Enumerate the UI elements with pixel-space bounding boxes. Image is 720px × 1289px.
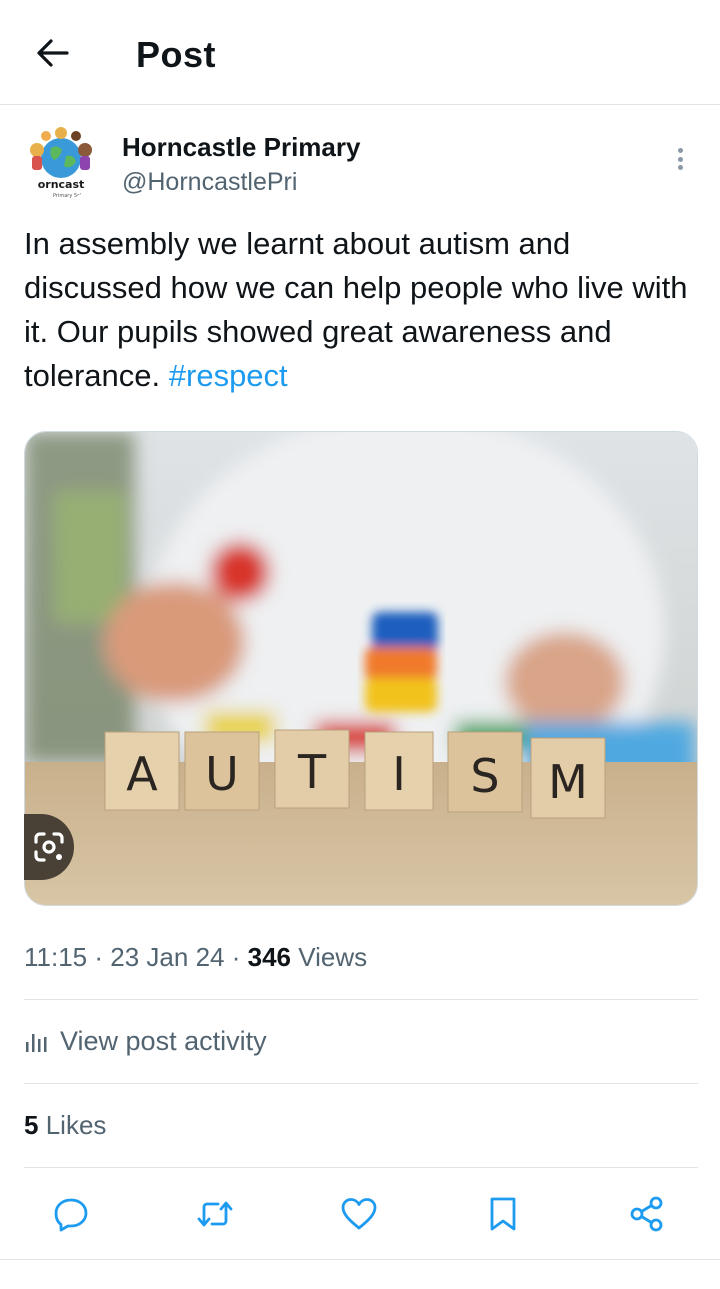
- more-vertical-icon: [677, 148, 683, 153]
- view-post-activity-link[interactable]: View post activity: [24, 1026, 267, 1057]
- post-date: 23 Jan 24: [110, 942, 225, 972]
- divider: [24, 1083, 698, 1084]
- post-action-bar: [0, 1170, 720, 1260]
- google-lens-icon: [34, 832, 64, 862]
- svg-text:U: U: [205, 747, 239, 801]
- page-title: Post: [136, 34, 217, 75]
- share-icon: [630, 1196, 663, 1232]
- arrow-left-icon: [37, 39, 69, 67]
- post-text: In assembly we learnt about autism and d…: [24, 222, 696, 398]
- divider: [24, 1167, 698, 1168]
- post-body: In assembly we learnt about autism and d…: [24, 226, 688, 393]
- back-button[interactable]: [30, 30, 76, 76]
- like-button[interactable]: [337, 1192, 381, 1236]
- author-handle[interactable]: @HorncastlePri: [122, 168, 297, 197]
- more-options-button[interactable]: [668, 144, 692, 174]
- bookmark-icon: [490, 1197, 516, 1231]
- svg-text:S: S: [470, 749, 499, 803]
- heart-icon: [341, 1198, 377, 1230]
- autism-blocks-image: A U T I S M: [25, 432, 697, 905]
- post-time: 11:15: [24, 942, 88, 972]
- views-label: Views: [298, 942, 368, 972]
- post-meta: 11:15 · 23 Jan 24 · 346 Views: [24, 942, 368, 972]
- svg-text:T: T: [297, 745, 327, 799]
- reply-button[interactable]: [49, 1192, 93, 1236]
- svg-text:orncast: orncast: [38, 178, 85, 191]
- top-bar: Post: [0, 0, 720, 105]
- likes-count: 5: [24, 1110, 39, 1140]
- svg-text:Primary Sch: Primary Sch: [53, 193, 83, 199]
- author-display-name[interactable]: Horncastle Primary: [122, 132, 360, 163]
- repost-button[interactable]: [193, 1192, 237, 1236]
- bar-chart-icon: [26, 1033, 47, 1052]
- repost-icon: [197, 1201, 233, 1227]
- likes-label: Likes: [45, 1110, 107, 1140]
- svg-text:M: M: [548, 755, 588, 809]
- avatar[interactable]: orncast Primary Sch: [24, 126, 98, 200]
- post-author: orncast Primary Sch Horncastle Primary @…: [24, 126, 696, 206]
- view-post-activity-label: View post activity: [60, 1026, 267, 1056]
- reply-icon: [54, 1198, 88, 1232]
- likes-summary[interactable]: 5 Likes: [24, 1110, 106, 1141]
- hashtag-link[interactable]: #respect: [169, 358, 288, 393]
- svg-text:I: I: [392, 747, 406, 801]
- bookmark-button[interactable]: [481, 1192, 525, 1236]
- views-count: 346: [247, 942, 292, 972]
- share-button[interactable]: [625, 1192, 669, 1236]
- svg-text:A: A: [126, 747, 158, 801]
- post-image[interactable]: A U T I S M: [24, 431, 698, 906]
- school-logo: orncast Primary Sch: [30, 127, 92, 199]
- divider: [24, 999, 698, 1000]
